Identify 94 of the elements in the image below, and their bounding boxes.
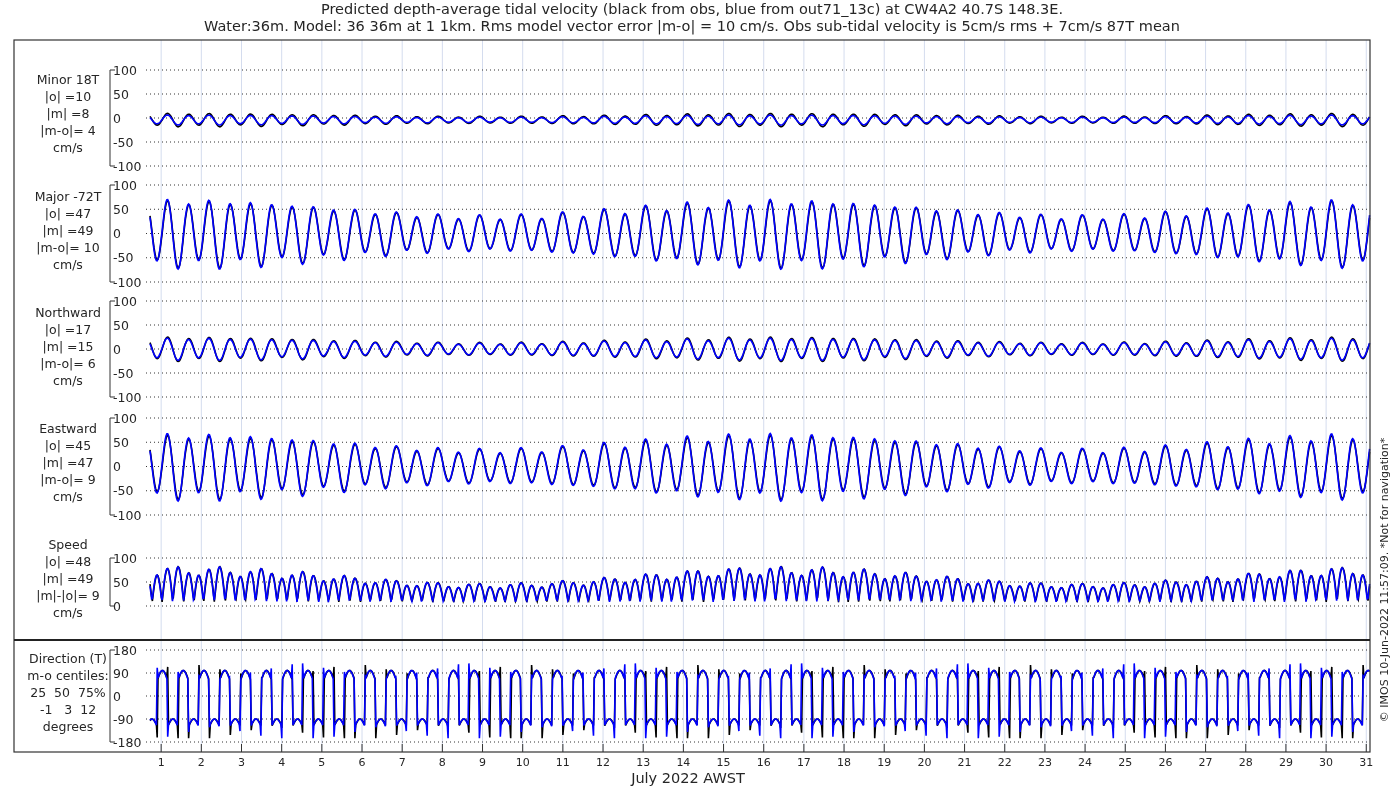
y-tick-label: -50 [113, 365, 134, 381]
panel-label: 25 50 75% [30, 685, 106, 700]
x-tick-label: 27 [1198, 756, 1213, 769]
y-tick-label: 50 [113, 317, 129, 333]
credit-text: © IMOS 10-Jun-2022 11:57:09. *Not for navigation* [1378, 437, 1391, 723]
panel-label: degrees [42, 719, 94, 734]
panel-label: Speed [48, 537, 88, 552]
panel-label: |o| =17 [44, 322, 92, 337]
y-tick-label: 100 [113, 177, 137, 193]
y-tick-label: 0 [113, 459, 121, 474]
x-tick-label: 8 [438, 756, 446, 769]
x-tick-label: 28 [1238, 756, 1253, 769]
x-tick-label: 14 [676, 756, 691, 769]
y-tick-label: -100 [113, 389, 142, 405]
x-tick-label: 4 [278, 756, 286, 769]
y-tick-label: 0 [113, 688, 121, 704]
panel-label: |m| =15 [42, 339, 94, 354]
panel-label: -1 3 12 [39, 702, 97, 717]
panel-label: |o| =45 [44, 438, 92, 453]
x-tick-label: 1 [157, 756, 165, 769]
x-tick-label: 17 [796, 756, 811, 769]
y-tick-label: -100 [113, 507, 142, 523]
x-tick-label: 23 [1037, 756, 1052, 769]
x-tick-label: 20 [917, 756, 932, 769]
panel-label: |o| =47 [44, 206, 92, 221]
panel-label: cm/s [53, 140, 83, 155]
y-tick-label: 0 [113, 226, 121, 241]
y-tick-label: -50 [113, 250, 134, 266]
y-tick-label: -100 [113, 158, 142, 174]
x-tick-label: 31 [1359, 756, 1374, 769]
panel-label: |m-o|= 9 [40, 472, 96, 487]
y-tick-label: 100 [113, 293, 137, 309]
x-tick-label: 21 [957, 756, 972, 769]
panel-label: |m-o|= 6 [40, 356, 96, 371]
x-axis-label: July 2022 AWST [631, 770, 745, 786]
x-tick-label: 11 [555, 756, 570, 769]
panel-label: |o| =10 [44, 89, 92, 104]
x-tick-label: 6 [358, 756, 366, 769]
y-tick-label: 50 [113, 434, 129, 450]
panel-label: cm/s [53, 257, 83, 272]
y-tick-label: 100 [113, 62, 137, 78]
y-tick-label: -50 [113, 134, 134, 150]
x-tick-label: 9 [479, 756, 487, 769]
panel-label: Northward [35, 305, 101, 320]
panel-label: cm/s [53, 373, 83, 388]
chart-title: Water:36m. Model: 36 36m at 1 1km. Rms model vector error |m-o| = 10 cm/s. Obs sub-tidal velocity is 5cm/s rms + 7cm/s 87T mean [204, 18, 1180, 34]
y-tick-label: 180 [113, 642, 137, 658]
y-tick-label: 100 [113, 550, 137, 566]
panel-label: m-o centiles: [27, 668, 109, 683]
x-tick-label: 7 [398, 756, 406, 769]
panel-label: cm/s [53, 489, 83, 504]
x-tick-label: 2 [197, 756, 205, 769]
y-tick-label: -50 [113, 483, 134, 499]
y-tick-label: 90 [113, 665, 129, 681]
panel-label: Major -72T [34, 189, 102, 204]
x-tick-label: 19 [877, 756, 892, 769]
panel-label: |m| =49 [42, 223, 94, 238]
x-tick-label: 15 [716, 756, 731, 769]
x-tick-label: 26 [1158, 756, 1173, 769]
panel-label: Eastward [39, 421, 97, 436]
y-tick-label: -180 [113, 734, 142, 750]
y-tick-label: 100 [113, 410, 137, 426]
x-tick-label: 3 [238, 756, 245, 769]
panel-label: |m-o|= 10 [36, 240, 100, 255]
x-tick-label: 18 [837, 756, 852, 769]
y-tick-label: 50 [113, 86, 129, 102]
y-tick-label: -90 [113, 711, 134, 727]
panel-label: Minor 18T [36, 72, 100, 87]
y-tick-label: 50 [113, 201, 129, 217]
panel-label: |m| =49 [42, 571, 94, 586]
panel-label: Direction (T) [29, 651, 107, 666]
panel-label: |m|-|o|= 9 [36, 588, 100, 603]
x-tick-label: 24 [1078, 756, 1093, 769]
x-tick-label: 5 [318, 756, 326, 769]
x-tick-label: 30 [1319, 756, 1334, 769]
panel-label: |m| =47 [42, 455, 94, 470]
panel-label: |m| =8 [46, 106, 90, 121]
panel-label: |o| =48 [44, 554, 92, 569]
y-tick-label: 0 [113, 598, 121, 614]
x-tick-label: 12 [596, 756, 611, 769]
chart-title: Predicted depth-average tidal velocity (black from obs, blue from out71_13c) at CW4A2 40.7S 148.3E. [320, 1, 1064, 17]
panel-label: |m-o|= 4 [40, 123, 96, 138]
x-tick-label: 22 [997, 756, 1012, 769]
y-tick-label: 0 [113, 341, 121, 357]
x-tick-label: 13 [636, 756, 651, 769]
x-tick-label: 25 [1118, 756, 1133, 769]
panel-label: cm/s [53, 605, 83, 620]
x-tick-label: 16 [756, 756, 771, 769]
x-tick-label: 10 [515, 756, 530, 769]
y-tick-label: 50 [113, 574, 129, 590]
y-tick-label: -100 [113, 274, 142, 290]
y-axis-line [109, 557, 116, 607]
y-tick-label: 0 [113, 110, 121, 126]
x-tick-label: 29 [1278, 756, 1293, 769]
